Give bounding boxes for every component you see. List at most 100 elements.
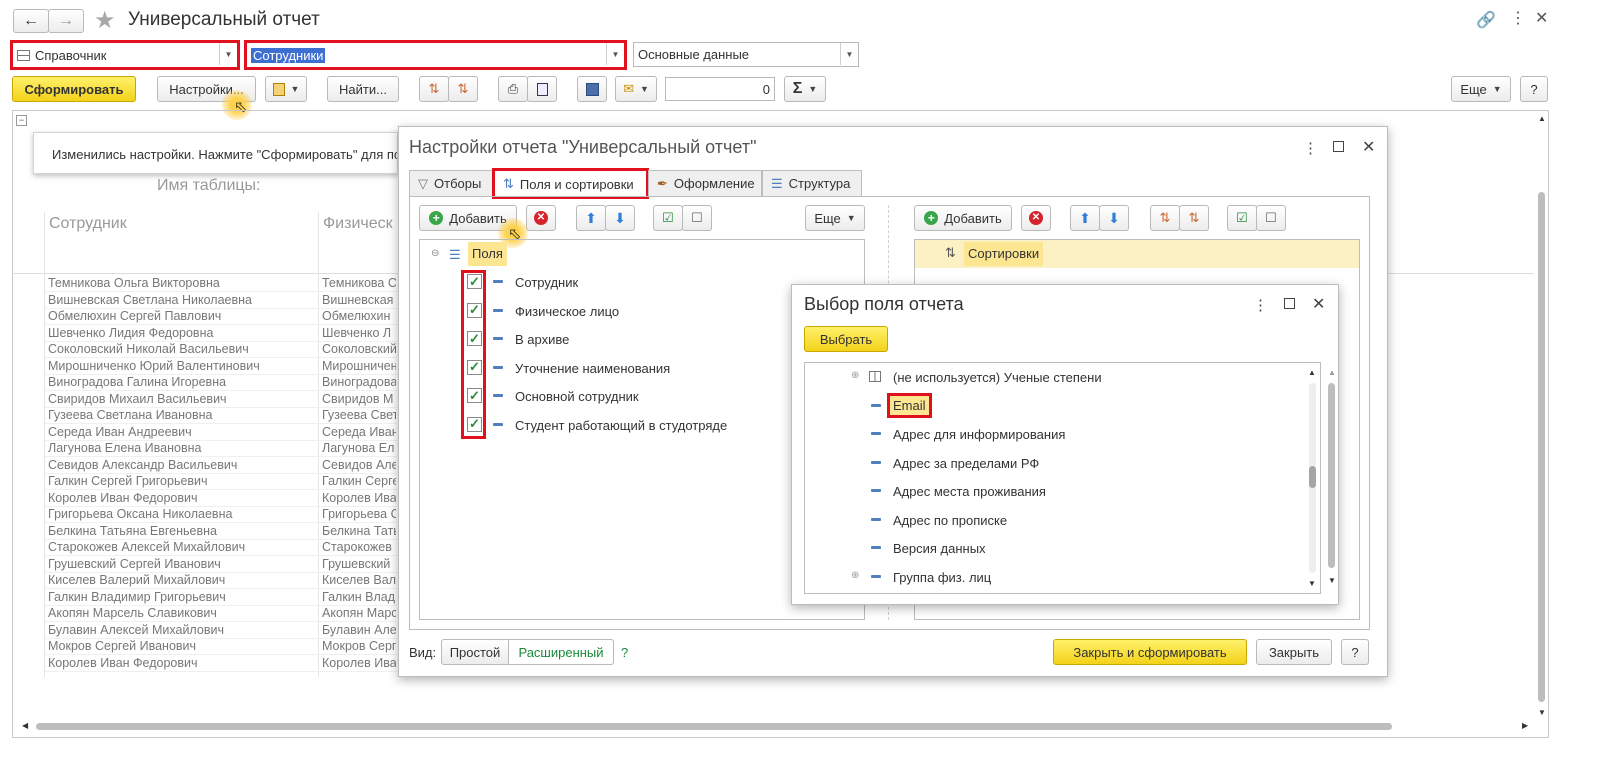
fields-more-button[interactable]: Еще ▼ (805, 205, 865, 231)
table-row-employee[interactable]: Свиридов Михаил Васильевич (48, 392, 316, 406)
fields-check-all-button[interactable]: ☑ (653, 205, 683, 231)
link-icon[interactable]: 🔗 (1476, 10, 1496, 30)
table-row-person[interactable]: Севидов Але (322, 458, 396, 472)
tab-filters[interactable]: ▽ Отборы (409, 170, 493, 196)
table-row-employee[interactable]: Соколовский Николай Васильевич (48, 342, 316, 356)
more-icon[interactable]: ⋮ (1510, 8, 1526, 28)
more-button[interactable]: Еще ▼ (1451, 76, 1511, 102)
sort-move-up-button[interactable]: ⬆ (1070, 205, 1100, 231)
sort-descending-button[interactable]: ⇅ (1179, 205, 1209, 231)
maximize-icon[interactable] (1333, 141, 1344, 152)
more-icon[interactable]: ⋮ (1253, 296, 1268, 314)
table-row-person[interactable]: Булавин Але (322, 623, 396, 637)
table-row-person[interactable]: Королев Ива (322, 491, 396, 505)
field-item-label[interactable]: Физическое лицо (515, 304, 619, 319)
table-row-person[interactable]: Темникова С (322, 276, 396, 290)
table-row-person[interactable]: Грушевский (322, 557, 396, 571)
table-row-person[interactable]: Соколовский (322, 342, 396, 356)
scroll-up-icon[interactable]: ▲ (1538, 114, 1546, 123)
back-button[interactable]: ← (13, 9, 49, 33)
chevron-down-icon[interactable]: ▼ (840, 43, 858, 65)
variant-select[interactable]: Основные данные ▼ (633, 42, 859, 67)
table-row-employee[interactable]: Мокров Сергей Иванович (48, 639, 316, 653)
table-row-employee[interactable]: Виноградова Галина Игоревна (48, 375, 316, 389)
field-item-label[interactable]: Студент работающий в студотряде (515, 418, 727, 433)
inner-scroll-down-icon[interactable]: ▼ (1308, 579, 1316, 588)
table-row-employee[interactable]: Старокожев Алексей Михайлович (48, 540, 316, 554)
expand-groups-button[interactable]: ⇅ (419, 76, 449, 102)
collapse-node-icon[interactable]: ⊖ (431, 248, 439, 259)
chevron-down-icon[interactable]: ▼ (219, 43, 237, 65)
generate-button[interactable]: Сформировать (12, 76, 136, 102)
chooser-item-label[interactable]: Email (887, 392, 932, 418)
table-row-employee[interactable]: Севидов Александр Васильевич (48, 458, 316, 472)
field-checkbox[interactable]: ✓ (467, 331, 482, 346)
chevron-down-icon[interactable]: ▼ (606, 43, 624, 65)
collapse-groups-button[interactable]: ⇅ (448, 76, 478, 102)
sum-button[interactable]: Σ ▼ (784, 76, 826, 102)
table-row-person[interactable]: Галкин Влад (322, 590, 396, 604)
favorite-star-icon[interactable]: ★ (94, 6, 116, 35)
outer-scroll-thumb[interactable] (1328, 383, 1335, 568)
view-extended-button[interactable]: Расширенный (508, 639, 614, 665)
table-row-employee[interactable]: Обмелюхин Сергей Павлович (48, 309, 316, 323)
table-row-employee[interactable]: Вишневская Светлана Николаевна (48, 293, 316, 307)
table-row-person[interactable]: Белкина Тать (322, 524, 396, 538)
fields-move-down-button[interactable]: ⬇ (605, 205, 635, 231)
sort-ascending-button[interactable]: ⇅ (1150, 205, 1180, 231)
close-icon[interactable]: ✕ (1362, 137, 1375, 157)
scroll-down-icon[interactable]: ▼ (1538, 708, 1546, 717)
help-button[interactable]: ? (1520, 76, 1548, 102)
collapse-group-icon[interactable]: − (16, 115, 27, 126)
table-row-employee[interactable]: Грушевский Сергей Иванович (48, 557, 316, 571)
close-icon[interactable]: ✕ (1312, 294, 1325, 314)
type-select[interactable]: Справочник ▼ (10, 40, 240, 70)
table-row-employee[interactable]: Середа Иван Андреевич (48, 425, 316, 439)
close-and-generate-button[interactable]: Закрыть и сформировать (1053, 639, 1247, 665)
table-row-employee[interactable]: Шевченко Лидия Федоровна (48, 326, 316, 340)
save-button[interactable] (577, 76, 607, 102)
table-row-person[interactable]: Вишневская (322, 293, 396, 307)
settings-help-button[interactable]: ? (1341, 639, 1369, 665)
variant-menu-button[interactable]: ▼ (265, 76, 307, 102)
fields-uncheck-all-button[interactable]: ☐ (682, 205, 712, 231)
table-row-employee[interactable]: Киселев Валерий Михайлович (48, 573, 316, 587)
chooser-item-label[interactable]: Адрес по прописке (893, 513, 1007, 528)
field-checkbox[interactable]: ✓ (467, 302, 482, 318)
field-checkbox[interactable]: ✓ (467, 416, 482, 432)
table-row-employee[interactable]: Акопян Марсель Славикович (48, 606, 316, 620)
outer-scroll-up-icon[interactable]: ▲ (1328, 368, 1336, 377)
table-row-person[interactable]: Виноградова (322, 375, 396, 389)
table-row-person[interactable]: Свиридов М (322, 392, 396, 406)
table-row-person[interactable]: Киселев Вал (322, 573, 396, 587)
fields-delete-button[interactable]: ✕ (526, 205, 556, 231)
view-simple-button[interactable]: Простой (441, 639, 509, 665)
select-button[interactable]: Выбрать (804, 326, 888, 352)
table-row-person[interactable]: Старокожев (322, 540, 396, 554)
inner-scroll-up-icon[interactable]: ▲ (1308, 368, 1316, 377)
expand-node-icon[interactable]: ⊕ (851, 570, 859, 581)
field-item-label[interactable]: Основной сотрудник (515, 389, 639, 404)
chooser-item-label[interactable]: Адрес за пределами РФ (893, 456, 1039, 471)
more-icon[interactable]: ⋮ (1303, 139, 1318, 157)
sort-delete-button[interactable]: ✕ (1021, 205, 1051, 231)
counter-field[interactable]: 0 (665, 77, 775, 101)
close-button[interactable]: Закрыть (1256, 639, 1332, 665)
fields-move-up-button[interactable]: ⬆ (576, 205, 606, 231)
expand-node-icon[interactable]: ⊕ (851, 370, 859, 381)
send-email-button[interactable]: ✉ ▼ (615, 76, 657, 102)
find-button[interactable]: Найти... (327, 76, 399, 102)
chooser-item-label[interactable]: Версия данных (893, 541, 986, 556)
field-checkbox[interactable]: ✓ (467, 388, 482, 403)
table-row-employee[interactable]: Темникова Ольга Викторовна (48, 276, 316, 290)
sort-check-all-button[interactable]: ☑ (1227, 205, 1257, 231)
scroll-right-icon[interactable]: ▶ (1522, 721, 1528, 730)
view-help-link[interactable]: ? (621, 645, 628, 660)
table-row-person[interactable]: Обмелюхин (322, 309, 396, 323)
table-row-employee[interactable]: Мирошниченко Юрий Валентинович (48, 359, 316, 373)
sort-add-button[interactable]: + Добавить (914, 205, 1012, 231)
field-item-label[interactable]: Уточнение наименования (515, 361, 670, 376)
vertical-scrollbar[interactable]: ▲ ▼ (1536, 112, 1548, 722)
table-row-employee[interactable]: Королев Иван Федорович (48, 491, 316, 505)
scroll-left-icon[interactable]: ◀ (22, 721, 28, 730)
